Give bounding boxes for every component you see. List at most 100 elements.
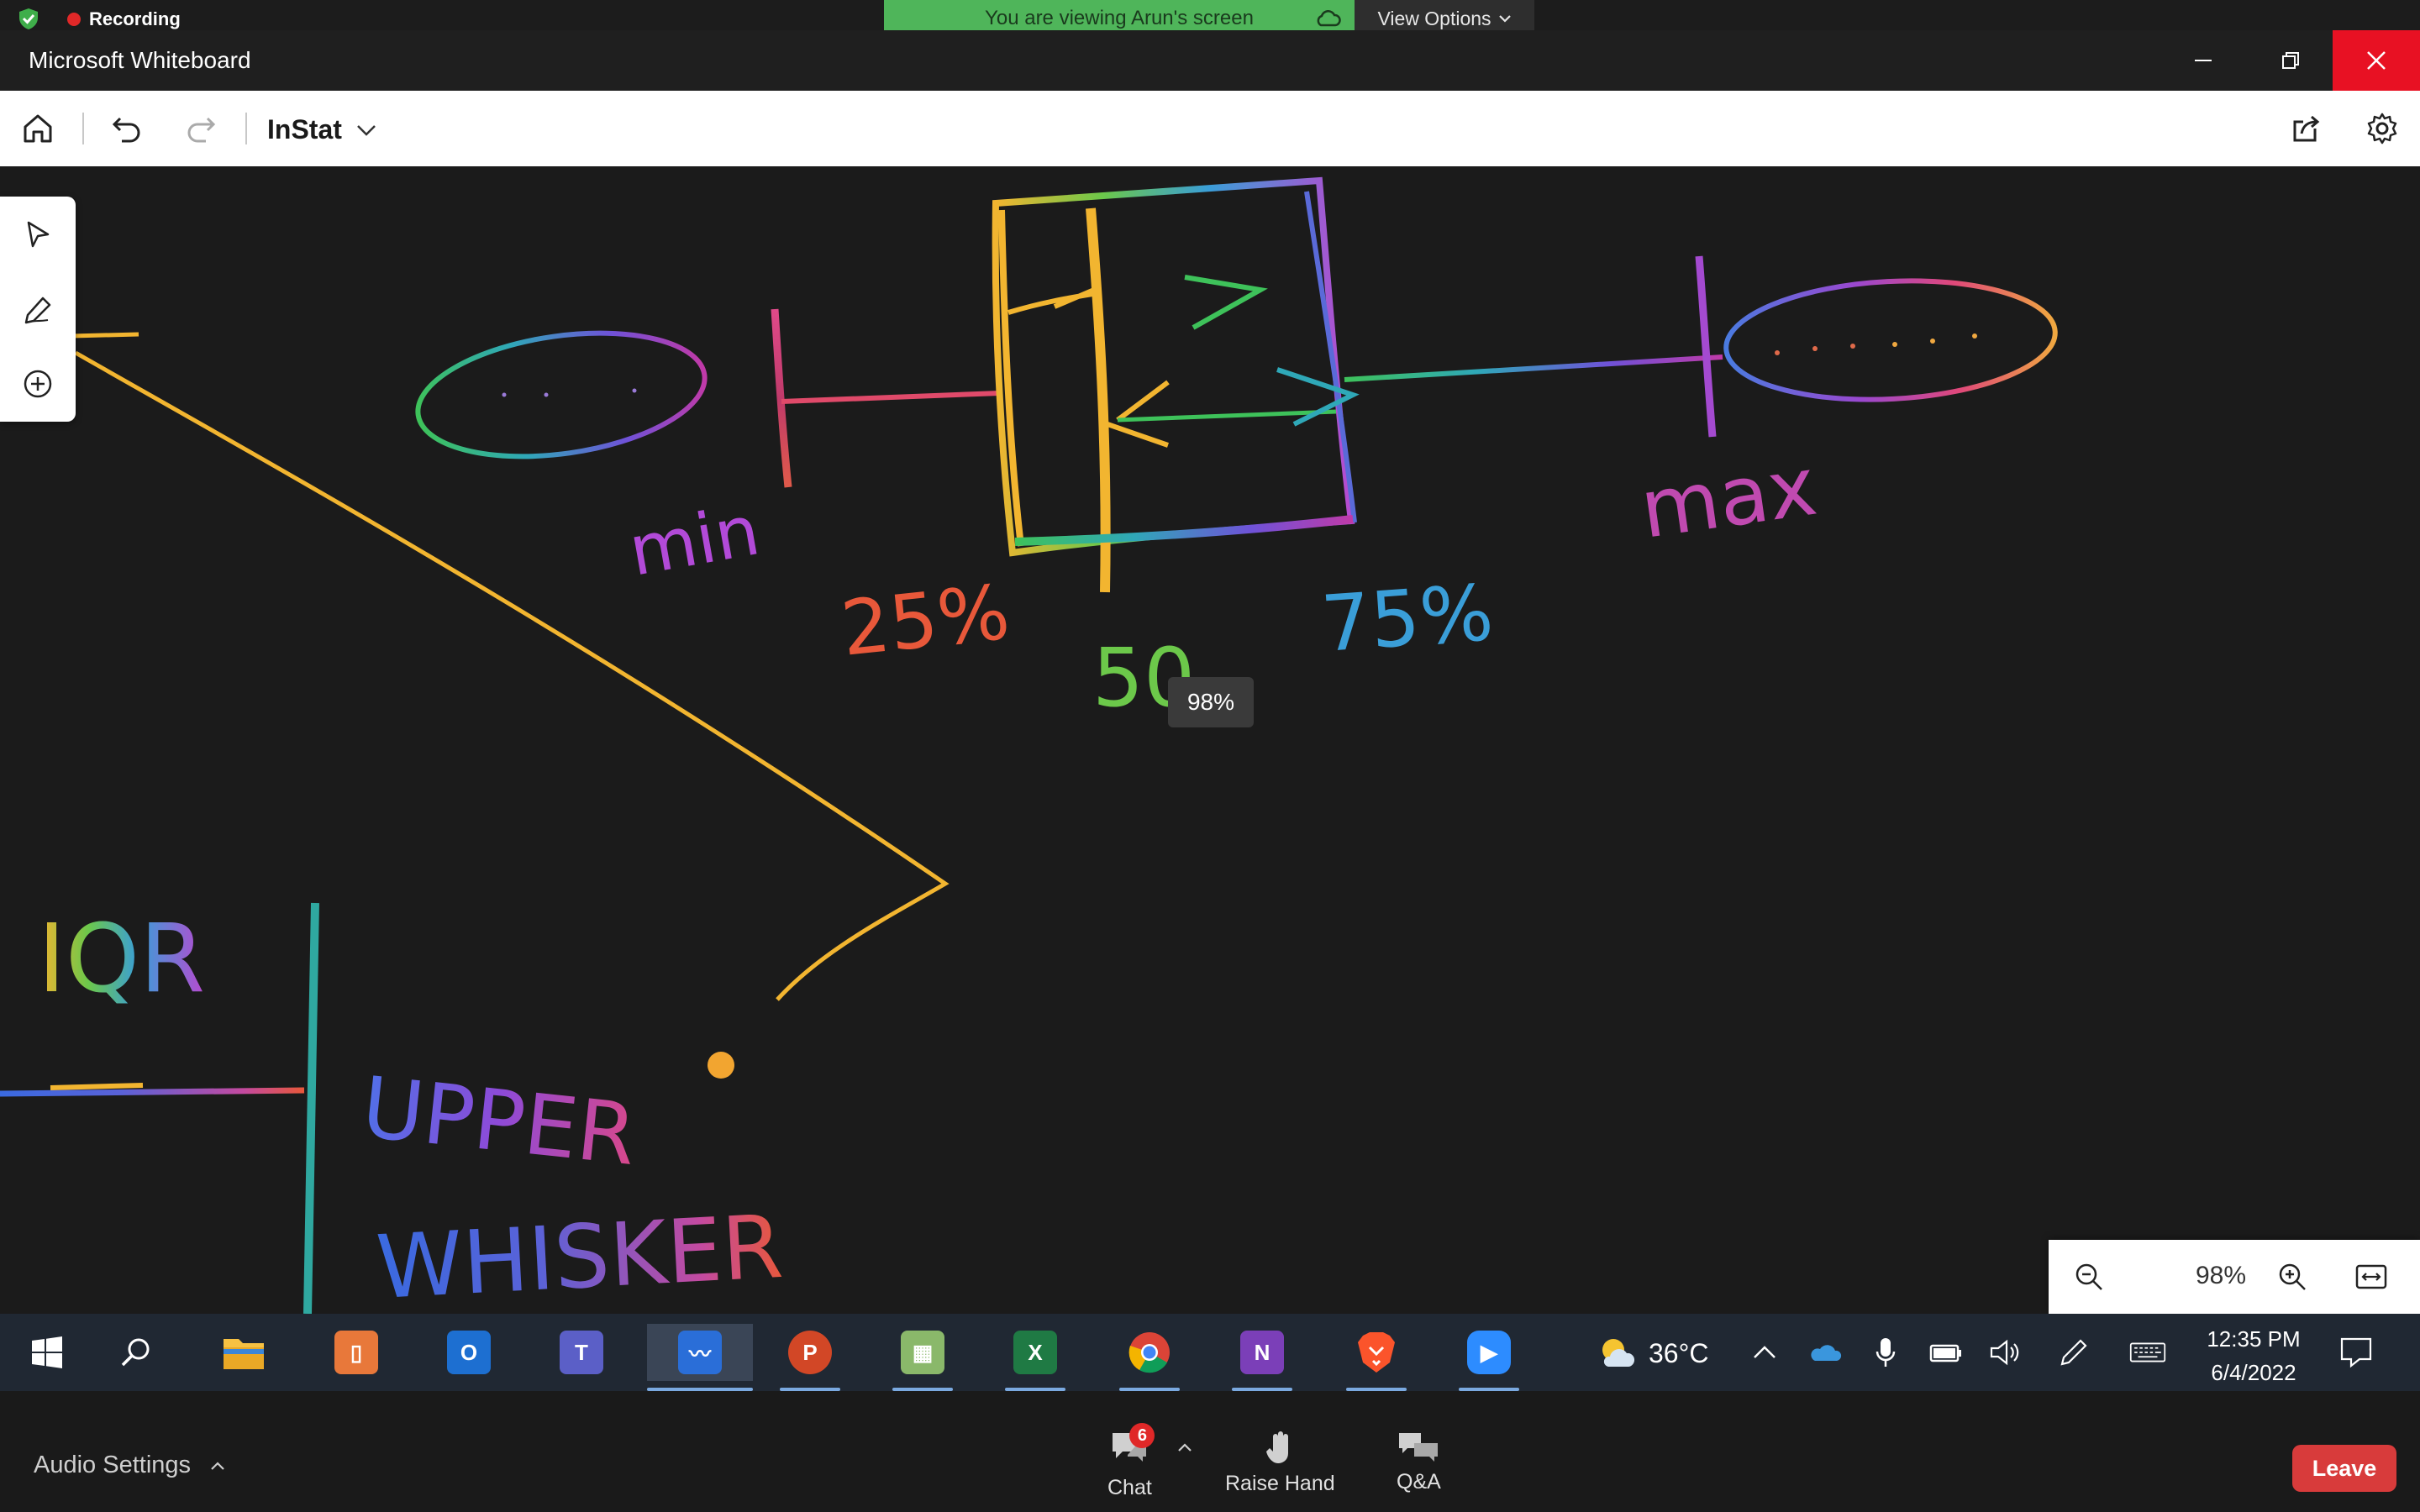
share-button[interactable] (2286, 108, 2328, 150)
zoom-tooltip: 98% (1168, 677, 1254, 727)
powerpoint-icon: P (788, 1331, 832, 1374)
volume-tray-button[interactable] (1986, 1334, 2023, 1371)
label-whisker: WHISKER (374, 1195, 786, 1314)
taskbar-whiteboard[interactable]: 〰 (647, 1324, 753, 1391)
close-icon (2367, 51, 2386, 70)
zoom-out-button[interactable] (2067, 1255, 2111, 1299)
zoom-camera-icon: ▶ (1467, 1331, 1511, 1374)
chevron-up-icon (211, 1461, 224, 1470)
taskbar-excel[interactable]: X (988, 1324, 1082, 1391)
pen-tool-button[interactable] (17, 289, 59, 331)
clock-time: 12:35 PM (2207, 1326, 2301, 1352)
taskbar-app-orange[interactable]: ▯ (309, 1324, 403, 1381)
settings-button[interactable] (2361, 108, 2403, 150)
select-tool-button[interactable] (17, 213, 59, 255)
window-title: Microsoft Whiteboard (29, 47, 251, 73)
home-icon (24, 114, 52, 143)
meeting-controls-bar: Audio Settings 6 Chat Raise Hand Q&A Lea… (0, 1391, 2420, 1512)
onedrive-cloud-icon (1811, 1345, 1842, 1361)
notifications-button[interactable] (2338, 1334, 2375, 1371)
show-hidden-icons-button[interactable] (1746, 1334, 1783, 1371)
microphone-tray-button[interactable] (1867, 1334, 1904, 1371)
label-min: min (623, 491, 765, 591)
audio-settings-button[interactable]: Audio Settings (34, 1452, 226, 1479)
pen-tray-button[interactable] (2055, 1334, 2092, 1371)
taskbar-chrome[interactable] (1102, 1324, 1197, 1391)
taskbar-onenote[interactable]: N (1215, 1324, 1309, 1391)
board-name-dropdown[interactable]: InStat (267, 114, 377, 145)
weather-widget[interactable]: 36°C (1597, 1332, 1709, 1374)
shield-check-icon (19, 8, 38, 29)
home-button[interactable] (17, 108, 59, 150)
raise-hand-label: Raise Hand (1225, 1472, 1335, 1495)
clock-date: 6/4/2022 (2211, 1360, 2296, 1385)
redo-button[interactable] (180, 108, 222, 150)
chat-options-chevron-icon[interactable] (1176, 1441, 1193, 1453)
pointer-icon (27, 221, 50, 248)
sun-cloud-icon (1602, 1339, 1635, 1367)
audio-settings-label: Audio Settings (34, 1452, 192, 1478)
taskbar-teams[interactable]: T (534, 1324, 629, 1381)
zoom-level[interactable]: 98% (2158, 1262, 2284, 1290)
window-titlebar: Microsoft Whiteboard (0, 30, 2420, 91)
teams-icon: T (560, 1331, 603, 1374)
toolbar-divider (82, 113, 84, 144)
restore-button[interactable] (2247, 30, 2334, 91)
minimize-icon (2195, 60, 2212, 61)
taskbar-zoom[interactable]: ▶ (1442, 1324, 1536, 1391)
leave-button[interactable]: Leave (2292, 1445, 2396, 1492)
app-orange-icon: ▯ (334, 1331, 378, 1374)
zoom-out-icon (2075, 1263, 2102, 1290)
taskbar-search-button[interactable] (89, 1324, 183, 1381)
system-clock[interactable]: 12:35 PM 6/4/2022 (2195, 1322, 2312, 1389)
temperature: 36°C (1649, 1337, 1709, 1368)
battery-tray-button[interactable] (1928, 1334, 1965, 1371)
ink-drawing: min 25% 50 75% max IQR UPPER WHISKER (0, 176, 2058, 1314)
chat-button[interactable]: 6 Chat (1107, 1423, 1155, 1500)
undo-button[interactable] (106, 108, 148, 150)
chevron-up-icon (1754, 1346, 1776, 1358)
touch-keyboard-button[interactable] (2129, 1334, 2166, 1371)
zoom-in-button[interactable] (2270, 1255, 2314, 1299)
taskbar-image-viewer[interactable]: ▦ (876, 1324, 970, 1391)
fit-screen-icon (2355, 1264, 2387, 1289)
recording-indicator[interactable]: Recording (67, 8, 181, 30)
qa-label: Q&A (1397, 1470, 1441, 1494)
whiteboard-canvas[interactable]: min 25% 50 75% max IQR UPPER WHISKER 98% (0, 166, 2420, 1314)
close-button[interactable] (2333, 30, 2420, 91)
zoom-top-bar: Recording You are viewing Arun's screen … (0, 0, 2420, 37)
taskbar-file-explorer[interactable] (197, 1324, 291, 1381)
qa-bubbles-icon (1399, 1433, 1439, 1462)
recording-label: Recording (89, 8, 181, 29)
whiteboard-toolbar: InStat (0, 91, 2420, 166)
chat-label: Chat (1107, 1476, 1152, 1499)
taskbar-outlook[interactable]: O (422, 1324, 516, 1381)
zoom-panel: 98% (2049, 1240, 2420, 1314)
minimize-button[interactable] (2160, 30, 2247, 91)
cloud-icon (1317, 10, 1341, 27)
taskbar-brave[interactable] (1329, 1324, 1423, 1391)
notification-icon (2340, 1337, 2372, 1368)
pen-icon (24, 297, 51, 324)
taskbar-powerpoint[interactable]: P (763, 1324, 857, 1391)
whiteboard-icon: 〰 (678, 1331, 722, 1374)
fit-to-screen-button[interactable] (2349, 1255, 2393, 1299)
onedrive-tray-button[interactable] (1807, 1334, 1844, 1371)
undo-icon (112, 117, 140, 143)
qa-button[interactable]: Q&A (1397, 1430, 1441, 1494)
add-button[interactable] (17, 363, 59, 405)
gear-icon (2367, 113, 2397, 144)
raise-hand-button[interactable]: Raise Hand (1225, 1430, 1335, 1496)
label-25: 25% (837, 569, 1013, 674)
restore-icon (2282, 52, 2299, 69)
excel-icon: X (1013, 1331, 1057, 1374)
start-button[interactable] (0, 1324, 94, 1381)
label-iqr: IQR (38, 905, 205, 1014)
image-viewer-icon: ▦ (901, 1331, 944, 1374)
toolbar-divider (245, 113, 247, 144)
view-options-label: View Options (1377, 7, 1491, 29)
speaker-icon (1990, 1339, 2019, 1366)
chevron-down-icon (1498, 15, 1511, 23)
windows-taskbar: ▯ O T 〰 P ▦ X N ▶ 36°C 12:35 PM 6/4/2022 (0, 1314, 2420, 1391)
search-icon (121, 1338, 150, 1367)
